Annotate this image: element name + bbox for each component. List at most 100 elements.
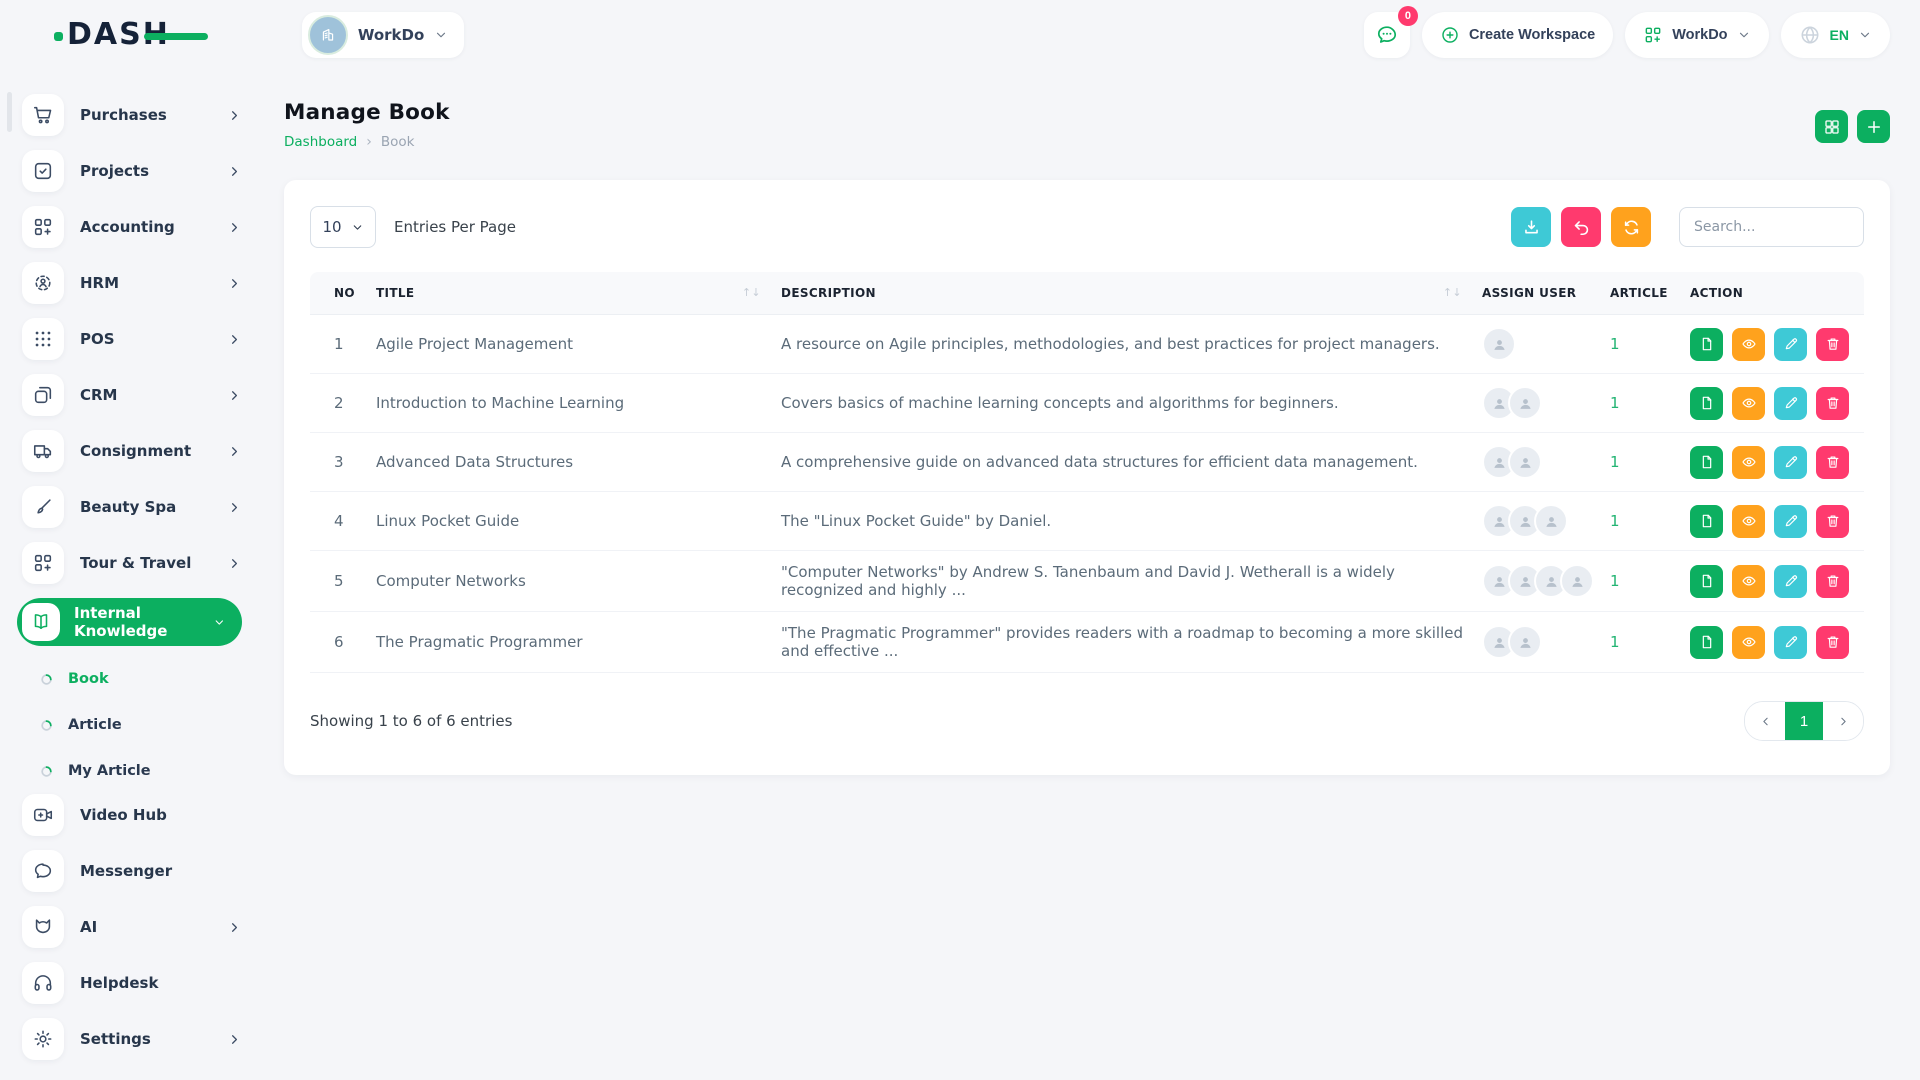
cell-assign-user [1474, 315, 1602, 374]
logo-bar [144, 33, 208, 40]
sidebar-item-purchases[interactable]: Purchases [22, 94, 242, 136]
chevron-down-icon [434, 28, 448, 42]
sidebar-item-tour-travel[interactable]: Tour & Travel [22, 542, 242, 584]
delete-button[interactable] [1816, 446, 1849, 479]
column-header-action: ACTION [1682, 272, 1864, 315]
column-header-title[interactable]: TITLE↑↓ [368, 272, 773, 315]
export-button[interactable] [1511, 207, 1551, 247]
sidebar-item-beauty-spa[interactable]: Beauty Spa [22, 486, 242, 528]
delete-button[interactable] [1816, 626, 1849, 659]
details-button[interactable] [1690, 505, 1723, 538]
delete-button[interactable] [1816, 387, 1849, 420]
sidebar-item-settings[interactable]: Settings [22, 1018, 242, 1060]
search-input[interactable] [1679, 207, 1864, 247]
view-button[interactable] [1732, 565, 1765, 598]
previous-page-button[interactable] [1745, 702, 1785, 740]
sidebar-item-messenger[interactable]: Messenger [22, 850, 242, 892]
grid-view-button[interactable] [1815, 110, 1848, 143]
details-button[interactable] [1690, 626, 1723, 659]
sidebar-item-pos[interactable]: POS [22, 318, 242, 360]
grid-plus-icon [22, 206, 64, 248]
sidebar-item-projects[interactable]: Projects [22, 150, 242, 192]
chevron-right-icon [227, 1032, 242, 1047]
messages-button[interactable]: 0 [1364, 12, 1410, 58]
cell-assign-user [1474, 492, 1602, 551]
circle-bullet-icon [40, 673, 53, 686]
article-count-link[interactable]: 1 [1610, 572, 1620, 590]
view-button[interactable] [1732, 387, 1765, 420]
trash-icon [1825, 573, 1841, 589]
table-row: 1 Agile Project Management A resource on… [310, 315, 1864, 374]
file-icon [1699, 573, 1715, 589]
entries-per-page-select[interactable]: 10 [310, 206, 376, 248]
delete-button[interactable] [1816, 328, 1849, 361]
breadcrumb-dashboard-link[interactable]: Dashboard [284, 134, 357, 150]
workspace-selector[interactable]: WorkDo [302, 12, 464, 58]
sidebar: Purchases Projects Accounting HRM POS CR… [0, 70, 260, 1080]
article-count-link[interactable]: 1 [1610, 394, 1620, 412]
add-book-button[interactable] [1857, 110, 1890, 143]
edit-button[interactable] [1774, 387, 1807, 420]
table-row: 6 The Pragmatic Programmer "The Pragmati… [310, 612, 1864, 673]
page-number-button[interactable]: 1 [1785, 702, 1823, 740]
edit-button[interactable] [1774, 328, 1807, 361]
article-count-link[interactable]: 1 [1610, 512, 1620, 530]
view-button[interactable] [1732, 505, 1765, 538]
cell-title: Introduction to Machine Learning [368, 374, 773, 433]
trash-icon [1825, 336, 1841, 352]
article-count-link[interactable]: 1 [1610, 335, 1620, 353]
sidebar-item-internal-knowledge[interactable]: Internal Knowledge [17, 598, 242, 646]
delete-button[interactable] [1816, 565, 1849, 598]
sidebar-item-accounting[interactable]: Accounting [22, 206, 242, 248]
column-header-description[interactable]: DESCRIPTION↑↓ [773, 272, 1474, 315]
cell-title: Agile Project Management [368, 315, 773, 374]
grid-plus-icon [22, 542, 64, 584]
sidebar-subitem-article[interactable]: Article [0, 702, 260, 748]
language-selector[interactable]: EN [1781, 12, 1890, 58]
sidebar-item-consignment[interactable]: Consignment [22, 430, 242, 472]
create-workspace-button[interactable]: Create Workspace [1422, 12, 1613, 58]
details-button[interactable] [1690, 446, 1723, 479]
message-count-badge: 0 [1398, 6, 1418, 26]
details-button[interactable] [1690, 387, 1723, 420]
view-button[interactable] [1732, 626, 1765, 659]
edit-button[interactable] [1774, 505, 1807, 538]
view-button[interactable] [1732, 446, 1765, 479]
chevron-down-icon [1737, 28, 1751, 42]
sidebar-item-video-hub[interactable]: Video Hub [22, 794, 242, 836]
cell-action [1682, 612, 1864, 673]
next-page-button[interactable] [1823, 702, 1863, 740]
plus-circle-icon [1440, 25, 1460, 45]
edit-button[interactable] [1774, 565, 1807, 598]
edit-button[interactable] [1774, 446, 1807, 479]
sidebar-scrollbar[interactable] [7, 92, 12, 132]
sidebar-subitem-book[interactable]: Book [0, 656, 260, 702]
sidebar-subitem-my-article[interactable]: My Article [0, 748, 260, 794]
assigned-user-avatar [1482, 327, 1516, 361]
entries-per-page-label: Entries Per Page [394, 218, 516, 236]
article-count-link[interactable]: 1 [1610, 633, 1620, 651]
table-header-row: NOTITLE↑↓DESCRIPTION↑↓ASSIGN USERARTICLE… [310, 272, 1864, 315]
chevron-right-icon [227, 500, 242, 515]
details-button[interactable] [1690, 328, 1723, 361]
workdo-menu-button[interactable]: WorkDo [1625, 12, 1768, 58]
article-count-link[interactable]: 1 [1610, 453, 1620, 471]
book-table-card: 10 Entries Per Page NOTITLE↑↓DESCRIPTION… [284, 180, 1890, 775]
cell-action [1682, 374, 1864, 433]
cell-no: 2 [310, 374, 368, 433]
reset-button[interactable] [1561, 207, 1601, 247]
edit-button[interactable] [1774, 626, 1807, 659]
headphones-icon [22, 962, 64, 1004]
sidebar-item-crm[interactable]: CRM [22, 374, 242, 416]
details-button[interactable] [1690, 565, 1723, 598]
cell-description: Covers basics of machine learning concep… [773, 374, 1474, 433]
delete-button[interactable] [1816, 505, 1849, 538]
sidebar-item-hrm[interactable]: HRM [22, 262, 242, 304]
cell-article: 1 [1602, 551, 1682, 612]
sidebar-item-ai[interactable]: AI [22, 906, 242, 948]
sidebar-item-helpdesk[interactable]: Helpdesk [22, 962, 242, 1004]
refresh-button[interactable] [1611, 207, 1651, 247]
eye-icon [1741, 634, 1757, 650]
view-button[interactable] [1732, 328, 1765, 361]
refresh-icon [1622, 218, 1641, 237]
